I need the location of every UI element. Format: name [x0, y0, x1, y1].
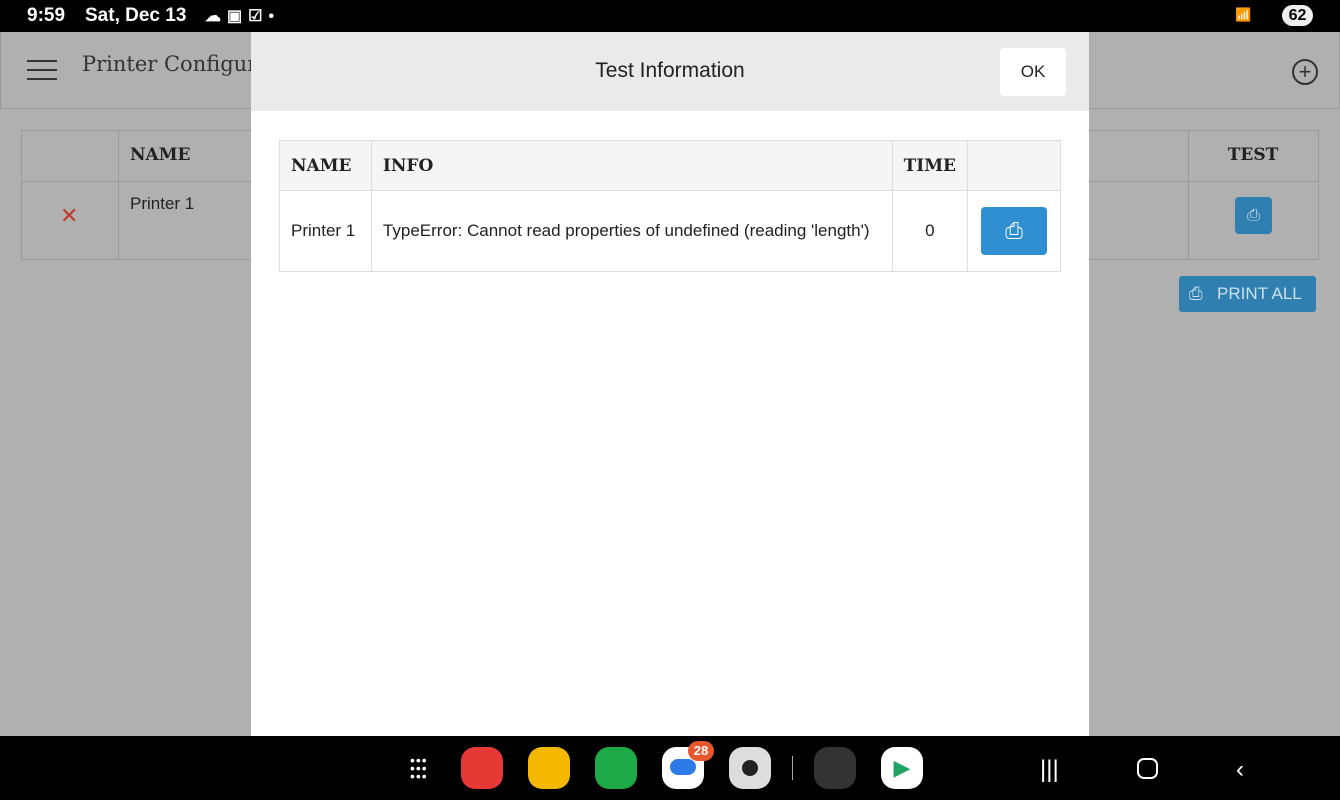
- notification-icons: ☁▣☑•: [205, 8, 281, 25]
- dock-divider: [792, 756, 793, 780]
- column-header-time: TIME: [891, 140, 969, 191]
- test-print-button[interactable]: ⎙: [1235, 197, 1272, 234]
- printer-name: Printer 1: [279, 190, 372, 272]
- print-all-button[interactable]: ⎙ PRINT ALL: [1179, 276, 1316, 312]
- status-bar: 9:59 Sat, Dec 13 ☁▣☑• 📶 62: [0, 0, 1340, 32]
- clock: 9:59: [27, 5, 66, 26]
- taskbar: ••• ••• ••• ▶ ||| ‹: [0, 736, 1340, 800]
- test-info: TypeError: Cannot read properties of und…: [370, 190, 893, 272]
- print-button[interactable]: ⎙: [981, 207, 1047, 255]
- add-printer-button[interactable]: +: [1292, 59, 1318, 85]
- recents-button[interactable]: |||: [1040, 756, 1059, 784]
- test-information-dialog: Test Information OK NAME INFO TIME Print…: [251, 32, 1089, 736]
- table-row: Printer 1 TypeError: Cannot read propert…: [279, 190, 1061, 272]
- back-button[interactable]: ‹: [1236, 756, 1244, 784]
- column-header-test: TEST: [1227, 145, 1279, 165]
- printer-name: Printer 1: [130, 194, 195, 213]
- files-app-icon[interactable]: [528, 747, 570, 789]
- play-store-app-icon[interactable]: ▶: [881, 747, 923, 789]
- battery-indicator: 62: [1282, 5, 1313, 26]
- date: Sat, Dec 13: [85, 5, 187, 26]
- test-time: 0: [891, 190, 969, 272]
- dialog-header: Test Information OK: [251, 32, 1089, 111]
- messages-badge: 28: [688, 741, 714, 761]
- app-drawer-icon[interactable]: ••• ••• •••: [410, 753, 428, 783]
- camera-app-icon[interactable]: [729, 747, 771, 789]
- ok-button[interactable]: OK: [1000, 48, 1066, 96]
- dialog-title: Test Information: [595, 59, 745, 82]
- settings-app-icon[interactable]: [814, 747, 856, 789]
- phone-app-icon[interactable]: [595, 747, 637, 789]
- column-header-action: [967, 140, 1061, 191]
- printer-icon: ⎙: [1189, 284, 1203, 303]
- page-title: Printer Configura: [82, 52, 270, 76]
- menu-icon[interactable]: [27, 60, 57, 80]
- column-header-name: NAME: [279, 140, 372, 191]
- wifi-signal-icon: 📶: [1235, 7, 1252, 22]
- test-results-table: NAME INFO TIME Printer 1 TypeError: Cann…: [279, 140, 1061, 272]
- column-header-info: INFO: [370, 140, 893, 191]
- home-button[interactable]: [1137, 758, 1158, 779]
- delete-icon[interactable]: ✕: [60, 203, 78, 229]
- print-all-label: PRINT ALL: [1217, 284, 1302, 303]
- notes-app-icon[interactable]: [461, 747, 503, 789]
